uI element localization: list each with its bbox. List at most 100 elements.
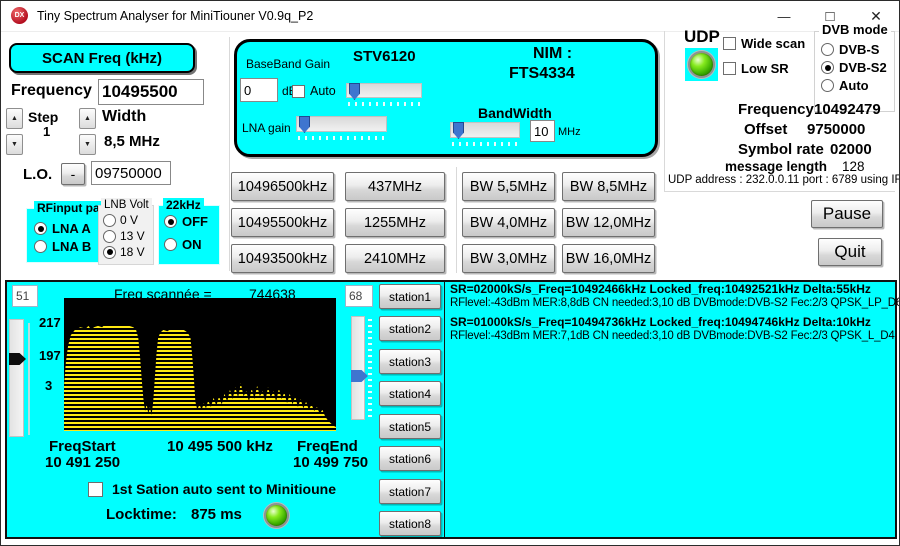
wide-scan-checkbox[interactable]: Wide scan: [723, 36, 805, 51]
lna-slider-ticks: [298, 136, 385, 140]
right-level-slider[interactable]: [351, 316, 365, 420]
lo-input[interactable]: [91, 161, 171, 185]
preset-freq-button-3[interactable]: 10493500kHz: [231, 244, 334, 273]
slider-thumb[interactable]: [299, 116, 310, 133]
scale-label-197: 197: [39, 348, 61, 363]
checkbox-icon[interactable]: [723, 62, 736, 75]
radio-18v[interactable]: 18 V: [103, 245, 145, 259]
slider-thumb[interactable]: [9, 353, 26, 365]
radio-22khz-on[interactable]: ON: [164, 237, 202, 252]
udp-led-icon: [688, 51, 715, 78]
radio-22khz-off[interactable]: OFF: [164, 214, 208, 229]
radio-dvb-auto[interactable]: Auto: [821, 78, 869, 93]
app-icon: DX: [11, 7, 28, 24]
info-offset-value: 9750000: [807, 121, 865, 138]
nim-label: NIM :: [533, 45, 572, 63]
bw-button-55[interactable]: BW 5,5MHz: [462, 172, 555, 201]
low-sr-checkbox[interactable]: Low SR: [723, 61, 789, 76]
quit-button[interactable]: Quit: [818, 238, 882, 266]
lo-minus-button[interactable]: -: [61, 163, 85, 185]
freq-start-value: 10 491 250: [45, 454, 120, 471]
checkbox-icon[interactable]: [88, 482, 103, 497]
radio-dvb-s[interactable]: DVB-S: [821, 42, 879, 57]
radio-dot-icon[interactable]: [34, 222, 47, 235]
frequency-input[interactable]: [98, 79, 204, 105]
slider-thumb[interactable]: [453, 122, 464, 139]
radio-13v-label: 13 V: [120, 229, 145, 243]
station1-button[interactable]: station1: [379, 284, 441, 309]
radio-dvb-s2[interactable]: DVB-S2: [821, 60, 887, 75]
preset-freq-button-1[interactable]: 10496500kHz: [231, 172, 334, 201]
bw-button-85[interactable]: BW 8,5MHz: [562, 172, 655, 201]
baseband-gain-label: BaseBand Gain: [246, 57, 330, 71]
radio-dot-icon[interactable]: [34, 240, 47, 253]
station7-button[interactable]: station7: [379, 479, 441, 504]
step-up-arrow-icon[interactable]: ▲: [6, 108, 23, 129]
radio-18v-label: 18 V: [120, 245, 145, 259]
step-down-arrow-icon[interactable]: ▼: [6, 134, 23, 155]
checkbox-icon[interactable]: [292, 85, 305, 98]
preset-freq-button-2[interactable]: 10495500kHz: [231, 208, 334, 237]
station4-button[interactable]: station4: [379, 381, 441, 406]
right-gain-input[interactable]: [345, 285, 373, 307]
radio-dvb-auto-label: Auto: [839, 78, 869, 93]
scale-label-3: 3: [45, 378, 52, 393]
radio-dot-icon[interactable]: [164, 215, 177, 228]
preset-mhz-button-3[interactable]: 2410MHz: [345, 244, 445, 273]
station2-button[interactable]: station2: [379, 316, 441, 341]
baseband-gain-slider[interactable]: [346, 83, 422, 98]
bandwidth-input[interactable]: [530, 120, 555, 142]
radio-0v-label: 0 V: [120, 213, 138, 227]
radio-lna-a[interactable]: LNA A: [34, 221, 91, 236]
divider-mid: [456, 167, 457, 273]
radio-dot-icon[interactable]: [103, 214, 116, 227]
radio-22khz-on-label: ON: [182, 237, 202, 252]
scan-freq-button[interactable]: SCAN Freq (kHz): [9, 43, 195, 73]
info-symbol-rate-label: Symbol rate: [738, 141, 824, 158]
bw-button-160[interactable]: BW 16,0MHz: [562, 244, 655, 273]
divider-right: [664, 31, 665, 192]
preset-mhz-button-2[interactable]: 1255MHz: [345, 208, 445, 237]
info-frequency-label: Frequency: [738, 101, 814, 118]
bw-button-30[interactable]: BW 3,0MHz: [462, 244, 555, 273]
left-slider-rail: [28, 323, 30, 435]
radio-dot-icon[interactable]: [821, 61, 834, 74]
station6-button[interactable]: station6: [379, 446, 441, 471]
radio-lna-b[interactable]: LNA B: [34, 239, 91, 254]
auto-send-checkbox[interactable]: 1st Sation auto sent to Minitioune: [88, 481, 336, 497]
app-window: DX Tiny Spectrum Analyser for MiniTioune…: [0, 0, 900, 546]
info-offset-label: Offset: [744, 121, 787, 138]
freq-start-label: FreqStart: [49, 438, 116, 455]
bw-button-120[interactable]: BW 12,0MHz: [562, 208, 655, 237]
bw-button-40[interactable]: BW 4,0MHz: [462, 208, 555, 237]
station5-button[interactable]: station5: [379, 414, 441, 439]
baseband-gain-input[interactable]: [240, 78, 278, 102]
minimize-button[interactable]: —: [761, 1, 807, 31]
radio-dot-icon[interactable]: [103, 230, 116, 243]
divider-udp-bottom: [664, 191, 895, 192]
lna-gain-slider[interactable]: [296, 116, 387, 132]
radio-13v[interactable]: 13 V: [103, 229, 145, 243]
radio-dot-icon[interactable]: [821, 79, 834, 92]
window-title: Tiny Spectrum Analyser for MiniTiouner V…: [37, 9, 313, 23]
slider-thumb[interactable]: [349, 83, 360, 100]
bandwidth-unit: MHz: [558, 126, 581, 138]
bandwidth-slider[interactable]: [450, 122, 520, 138]
freq-center-value: 10 495 500 kHz: [167, 438, 273, 455]
radio-dot-icon[interactable]: [103, 246, 116, 259]
spectrum-scanlines: [64, 298, 336, 431]
station3-button[interactable]: station3: [379, 349, 441, 374]
radio-dot-icon[interactable]: [821, 43, 834, 56]
pause-button[interactable]: Pause: [811, 200, 883, 228]
radio-dot-icon[interactable]: [164, 238, 177, 251]
width-up-arrow-icon[interactable]: ▲: [79, 108, 96, 129]
left-level-slider[interactable]: [9, 319, 24, 437]
auto-gain-checkbox[interactable]: Auto: [292, 84, 336, 98]
radio-0v[interactable]: 0 V: [103, 213, 138, 227]
station8-button[interactable]: station8: [379, 511, 441, 536]
auto-gain-label: Auto: [310, 84, 336, 98]
preset-mhz-button-1[interactable]: 437MHz: [345, 172, 445, 201]
width-down-arrow-icon[interactable]: ▼: [79, 134, 96, 155]
checkbox-icon[interactable]: [723, 37, 736, 50]
left-gain-input[interactable]: [12, 285, 38, 307]
